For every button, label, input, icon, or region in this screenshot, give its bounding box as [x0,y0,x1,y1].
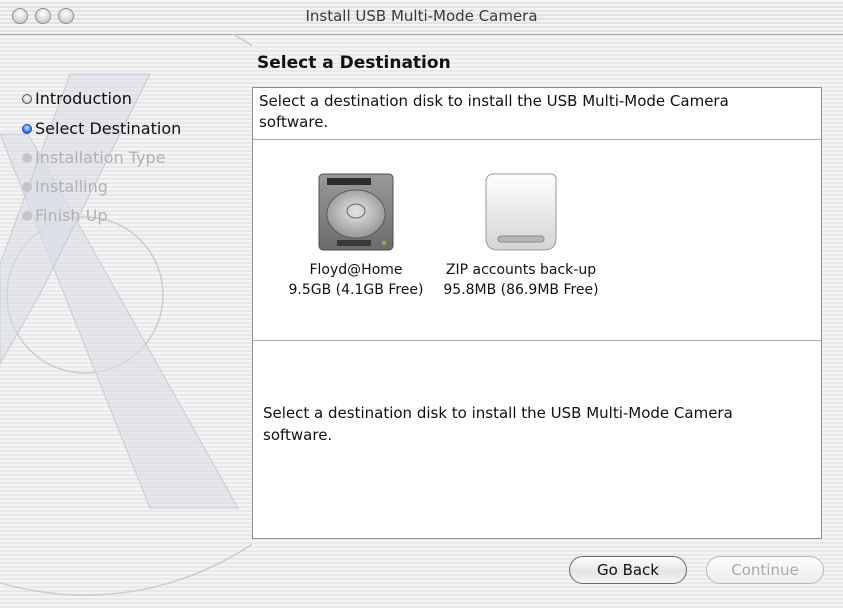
sidebar: Introduction Select Destination Installa… [0,34,252,608]
disk-list: Floyd@Home 9.5GB (4.1GB Free) ZIP accoun… [253,140,821,341]
window-title: Install USB Multi-Mode Camera [305,7,538,25]
step-complete-bullet-icon [22,93,32,104]
disk-size: 9.5GB (4.1GB Free) [288,282,424,298]
destination-description: Select a destination disk to install the… [263,404,733,444]
instruction-text: Select a destination disk to install the… [259,92,729,131]
hard-drive-icon [318,173,394,251]
go-back-button[interactable]: Go Back [569,556,687,584]
disk-name: ZIP accounts back-up [445,262,597,278]
continue-button[interactable]: Continue [706,556,824,584]
step-installation-type: Installation Type [22,148,165,167]
step-pending-bullet-icon [22,152,32,163]
disk-size: 95.8MB (86.9MB Free) [443,282,599,298]
instruction-area: Select a destination disk to install the… [253,88,821,140]
content-panel: Select a destination disk to install the… [252,87,822,539]
step-finish-up: Finish Up [22,206,108,225]
disk-name: Floyd@Home [309,262,403,278]
disk-item-floyd-home[interactable]: Floyd@Home 9.5GB (4.1GB Free) [271,168,441,300]
step-current-bullet-icon [22,123,32,134]
step-pending-bullet-icon [22,210,32,221]
title-bar: Install USB Multi-Mode Camera [0,0,843,35]
page-title: Select a Destination [257,53,451,73]
disk-item-zip-accounts[interactable]: ZIP accounts back-up 95.8MB (86.9MB Free… [437,168,605,300]
step-select-destination: Select Destination [22,119,181,138]
step-introduction: Introduction [22,89,132,108]
step-pending-bullet-icon [22,181,32,192]
step-installing: Installing [22,177,108,196]
zip-disk-icon [485,173,557,251]
